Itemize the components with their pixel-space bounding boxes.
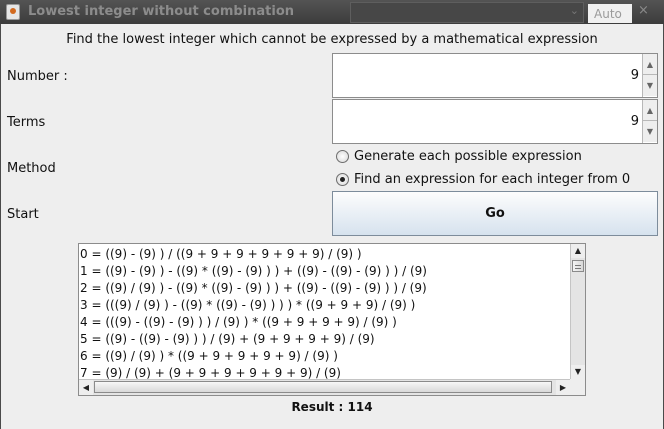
- horizontal-scrollbar[interactable]: ◀ ▶: [79, 379, 570, 395]
- results-text-area[interactable]: 0 = ((9) - (9) ) / ((9 + 9 + 9 + 9 + 9 +…: [78, 243, 586, 396]
- terms-spinner-value[interactable]: 9: [631, 114, 639, 129]
- terms-spinner[interactable]: 9 ▲ ▼: [332, 99, 658, 144]
- result-line: 1 = ((9) - (9) ) - ((9) * ((9) - (9) ) )…: [80, 264, 427, 278]
- close-icon[interactable]: ×: [638, 4, 652, 18]
- result-summary: Result : 114: [291, 400, 373, 414]
- start-label: Start: [7, 207, 39, 222]
- radio-button[interactable]: [336, 149, 349, 163]
- scroll-left-icon[interactable]: ◀: [79, 380, 93, 395]
- radio-find-expression[interactable]: Find an expression for each integer from…: [336, 170, 630, 188]
- spin-up-icon[interactable]: ▲: [643, 54, 657, 75]
- spin-up-icon[interactable]: ▲: [643, 100, 657, 121]
- radio-generate-each-label[interactable]: Generate each possible expression: [354, 149, 582, 164]
- vertical-scrollbar[interactable]: ▲ ▼: [570, 244, 585, 379]
- radio-button-selected[interactable]: [336, 172, 349, 186]
- result-line: 5 = ((9) - ((9) - (9) ) ) / (9) + (9 + 9…: [80, 332, 375, 346]
- result-line: 3 = (((9) / (9) ) - ((9) * ((9) - (9) ) …: [80, 298, 416, 312]
- background-combo-box: ⌄: [350, 2, 584, 23]
- spin-down-icon[interactable]: ▼: [643, 121, 657, 142]
- scroll-right-icon[interactable]: ▶: [556, 380, 570, 395]
- go-button[interactable]: Go: [332, 191, 658, 236]
- result-line: 4 = (((9) - ((9) - (9) ) ) / (9) ) * ((9…: [80, 315, 397, 329]
- radio-find-expression-label[interactable]: Find an expression for each integer from…: [354, 172, 630, 187]
- background-tab-auto: Auto: [588, 4, 632, 23]
- horizontal-scroll-thumb[interactable]: [94, 381, 552, 393]
- page-heading: Find the lowest integer which cannot be …: [66, 32, 598, 47]
- spin-down-icon[interactable]: ▼: [643, 75, 657, 96]
- java-app-icon: [6, 4, 20, 20]
- method-label: Method: [7, 161, 56, 176]
- chevron-down-icon: ⌄: [569, 4, 579, 17]
- main-panel: Find the lowest integer which cannot be …: [1, 24, 663, 429]
- results-list: 0 = ((9) - (9) ) / ((9 + 9 + 9 + 9 + 9 +…: [80, 246, 570, 382]
- scroll-corner: [570, 379, 585, 395]
- vertical-scroll-thumb[interactable]: [572, 260, 584, 272]
- title-bar: Lowest integer without combination ⌄ Aut…: [0, 0, 664, 24]
- number-spinner-value[interactable]: 9: [631, 68, 639, 83]
- window-title: Lowest integer without combination: [28, 4, 295, 19]
- number-label: Number :: [7, 69, 68, 84]
- scroll-down-icon[interactable]: ▼: [571, 365, 585, 379]
- radio-generate-each[interactable]: Generate each possible expression: [336, 147, 582, 165]
- terms-spinner-buttons: ▲ ▼: [642, 100, 657, 143]
- number-spinner-buttons: ▲ ▼: [642, 54, 657, 97]
- scroll-up-icon[interactable]: ▲: [571, 244, 585, 258]
- terms-label: Terms: [7, 115, 46, 130]
- result-line: 6 = ((9) / (9) ) * ((9 + 9 + 9 + 9 + 9) …: [80, 349, 338, 363]
- result-line: 2 = ((9) / (9) ) - ((9) * ((9) - (9) ) )…: [80, 281, 427, 295]
- result-line: 0 = ((9) - (9) ) / ((9 + 9 + 9 + 9 + 9 +…: [80, 247, 362, 261]
- number-spinner[interactable]: 9 ▲ ▼: [332, 53, 658, 98]
